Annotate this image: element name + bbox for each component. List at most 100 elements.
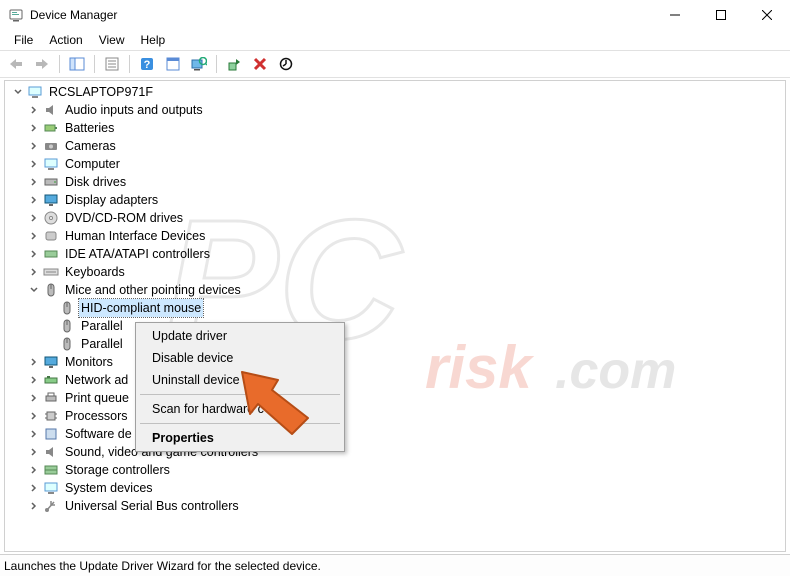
chevron-right-icon[interactable] [27, 373, 41, 387]
status-bar: Launches the Update Driver Wizard for th… [0, 554, 790, 576]
disk-icon [43, 174, 59, 190]
chevron-right-icon[interactable] [27, 463, 41, 477]
sound-icon [43, 444, 59, 460]
tree-item[interactable]: Monitors [5, 353, 785, 371]
mouse-icon [59, 318, 75, 334]
chevron-down-icon[interactable] [27, 283, 41, 297]
device-tree[interactable]: RCSLAPTOP971F Audio inputs and outputs B… [5, 83, 785, 515]
tree-item[interactable]: Universal Serial Bus controllers [5, 497, 785, 515]
chevron-right-icon[interactable] [27, 211, 41, 225]
scan-hardware-button[interactable] [187, 53, 211, 75]
tree-item[interactable]: Network ad [5, 371, 785, 389]
toolbar-divider [216, 55, 217, 73]
system-icon [43, 480, 59, 496]
tree-item[interactable]: Display adapters [5, 191, 785, 209]
annotation-arrow-icon [230, 360, 320, 445]
app-icon [8, 7, 24, 23]
chevron-right-icon[interactable] [27, 229, 41, 243]
chevron-right-icon[interactable] [27, 481, 41, 495]
status-text: Launches the Update Driver Wizard for th… [4, 559, 321, 573]
tree-item[interactable]: Computer [5, 155, 785, 173]
chevron-right-icon[interactable] [27, 247, 41, 261]
minimize-button[interactable] [652, 0, 698, 30]
computer-icon [43, 156, 59, 172]
help-button[interactable]: ? [135, 53, 159, 75]
toolbar-divider [59, 55, 60, 73]
tree-item[interactable]: Audio inputs and outputs [5, 101, 785, 119]
tree-leaf[interactable]: Parallel [5, 317, 785, 335]
keyboard-icon [43, 264, 59, 280]
menu-view[interactable]: View [91, 31, 133, 49]
tree-item[interactable]: Sound, video and game controllers [5, 443, 785, 461]
toolbar-divider [129, 55, 130, 73]
forward-button[interactable] [30, 53, 54, 75]
dvd-icon [43, 210, 59, 226]
software-icon [43, 426, 59, 442]
battery-icon [43, 120, 59, 136]
tree-leaf-hid-mouse[interactable]: HID-compliant mouse [5, 299, 785, 317]
display-icon [43, 192, 59, 208]
close-button[interactable] [744, 0, 790, 30]
mouse-icon [59, 336, 75, 352]
tree-item[interactable]: Human Interface Devices [5, 227, 785, 245]
tree-item[interactable]: Print queue [5, 389, 785, 407]
tree-item[interactable]: DVD/CD-ROM drives [5, 209, 785, 227]
action-button[interactable] [161, 53, 185, 75]
tree-item[interactable]: IDE ATA/ATAPI controllers [5, 245, 785, 263]
mouse-icon [59, 300, 75, 316]
menu-help[interactable]: Help [133, 31, 174, 49]
menu-action[interactable]: Action [41, 31, 90, 49]
chevron-right-icon[interactable] [27, 103, 41, 117]
cpu-icon [43, 408, 59, 424]
chevron-right-icon[interactable] [27, 499, 41, 513]
chevron-right-icon[interactable] [27, 355, 41, 369]
tree-item[interactable]: Disk drives [5, 173, 785, 191]
tree-item[interactable]: Software de [5, 425, 785, 443]
tree-root[interactable]: RCSLAPTOP971F [5, 83, 785, 101]
toolbar: ? [0, 50, 790, 78]
tree-item[interactable]: Storage controllers [5, 461, 785, 479]
device-tree-panel: RCSLAPTOP971F Audio inputs and outputs B… [4, 80, 786, 552]
toolbar-divider [94, 55, 95, 73]
tree-item[interactable]: Keyboards [5, 263, 785, 281]
svg-text:?: ? [144, 59, 151, 71]
properties-button[interactable] [100, 53, 124, 75]
menu-bar: File Action View Help [0, 30, 790, 50]
tree-item[interactable]: Cameras [5, 137, 785, 155]
hid-icon [43, 228, 59, 244]
storage-icon [43, 462, 59, 478]
chevron-right-icon[interactable] [27, 445, 41, 459]
network-icon [43, 372, 59, 388]
ctx-update-driver[interactable]: Update driver [138, 325, 342, 347]
tree-item[interactable]: System devices [5, 479, 785, 497]
chevron-right-icon[interactable] [27, 265, 41, 279]
disable-button[interactable] [274, 53, 298, 75]
back-button[interactable] [4, 53, 28, 75]
monitor-icon [43, 354, 59, 370]
uninstall-button[interactable] [248, 53, 272, 75]
chevron-right-icon[interactable] [27, 121, 41, 135]
ide-icon [43, 246, 59, 262]
chevron-right-icon[interactable] [27, 427, 41, 441]
mouse-icon [43, 282, 59, 298]
tree-item[interactable]: Batteries [5, 119, 785, 137]
menu-file[interactable]: File [6, 31, 41, 49]
tree-leaf[interactable]: Parallel [5, 335, 785, 353]
chevron-right-icon[interactable] [27, 175, 41, 189]
show-hide-tree-button[interactable] [65, 53, 89, 75]
maximize-button[interactable] [698, 0, 744, 30]
chevron-right-icon[interactable] [27, 157, 41, 171]
title-bar: Device Manager [0, 0, 790, 30]
chevron-right-icon[interactable] [27, 409, 41, 423]
tree-item[interactable]: Processors [5, 407, 785, 425]
chevron-right-icon[interactable] [27, 193, 41, 207]
usb-icon [43, 498, 59, 514]
tree-leaf-label-selected: HID-compliant mouse [79, 299, 203, 317]
chevron-right-icon[interactable] [27, 139, 41, 153]
chevron-down-icon[interactable] [11, 85, 25, 99]
computer-icon [27, 84, 43, 100]
tree-item-mice[interactable]: Mice and other pointing devices [5, 281, 785, 299]
chevron-right-icon[interactable] [27, 391, 41, 405]
update-driver-button[interactable] [222, 53, 246, 75]
audio-icon [43, 102, 59, 118]
